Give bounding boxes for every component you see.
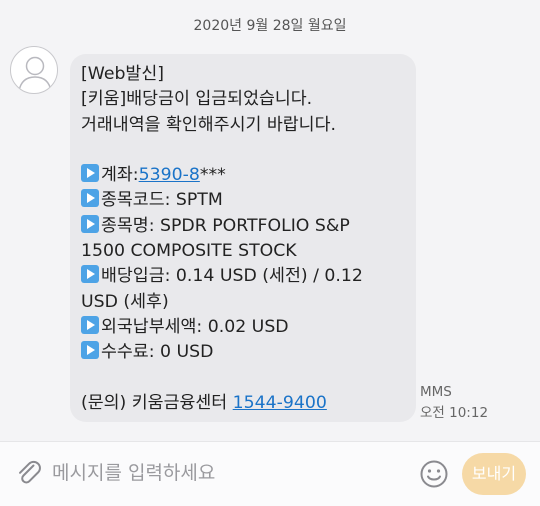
account-link[interactable]: 5390-8: [139, 165, 200, 185]
play-button-icon: [81, 315, 99, 334]
account-suffix: ***: [199, 165, 226, 186]
message-line: [Web발신]: [81, 64, 164, 84]
stock-code-line: 종목코드: SPTM: [81, 188, 406, 213]
sender-avatar[interactable]: [10, 46, 58, 94]
play-button-icon: [81, 164, 99, 183]
play-button-icon: [81, 265, 99, 284]
message-meta: MMS 오전 10:12: [420, 382, 488, 424]
dividend: 배당입금: 0.14 USD (세전) / 0.12: [101, 266, 363, 287]
account-line: 계좌:5390-8***: [81, 163, 406, 188]
message-line: 거래내역을 확인해주시기 바랍니다.: [81, 114, 336, 135]
dividend-line: 배당입금: 0.14 USD (세전) / 0.12: [81, 264, 406, 289]
stock-name-line: 종목명: SPDR PORTFOLIO S&P: [81, 214, 406, 239]
send-button[interactable]: 보내기: [462, 453, 526, 495]
message-time: 오전 10:12: [420, 405, 489, 421]
message-bubble[interactable]: [Web발신] [키움]배당금이 입금되었습니다. 거래내역을 확인해주시기 바…: [70, 54, 416, 422]
paperclip-icon[interactable]: [14, 458, 44, 488]
message-line: [키움]배당금이 입금되었습니다.: [81, 89, 313, 110]
smiley-icon[interactable]: [419, 459, 449, 489]
inquiry-line: (문의) 키움금융센터 1544-9400: [81, 391, 406, 416]
stock-name: 종목명: SPDR PORTFOLIO S&P: [101, 215, 350, 236]
message-input[interactable]: 메시지를 입력하세요: [52, 456, 392, 490]
account-label: 계좌:: [101, 165, 139, 186]
dividend-line-2: USD (세후): [81, 291, 169, 312]
person-icon: [18, 56, 52, 92]
message-type: MMS: [420, 384, 452, 400]
fee: 수수료: 0 USD: [101, 342, 214, 363]
stock-name-line-2: 1500 COMPOSITE STOCK: [81, 241, 297, 262]
phone-link[interactable]: 1544-9400: [233, 393, 327, 413]
play-button-icon: [81, 214, 99, 233]
date-header: 2020년 9월 28일 월요일: [193, 18, 347, 34]
message-input-bar: 메시지를 입력하세요 보내기: [0, 442, 540, 506]
foreign-tax-line: 외국납부세액: 0.02 USD: [81, 315, 406, 340]
inquiry-text: (문의) 키움금융센터: [81, 392, 233, 413]
stock-code: 종목코드: SPTM: [101, 190, 223, 211]
play-button-icon: [81, 341, 99, 360]
fee-line: 수수료: 0 USD: [81, 340, 406, 365]
foreign-tax: 외국납부세액: 0.02 USD: [101, 316, 289, 337]
play-button-icon: [81, 189, 99, 208]
